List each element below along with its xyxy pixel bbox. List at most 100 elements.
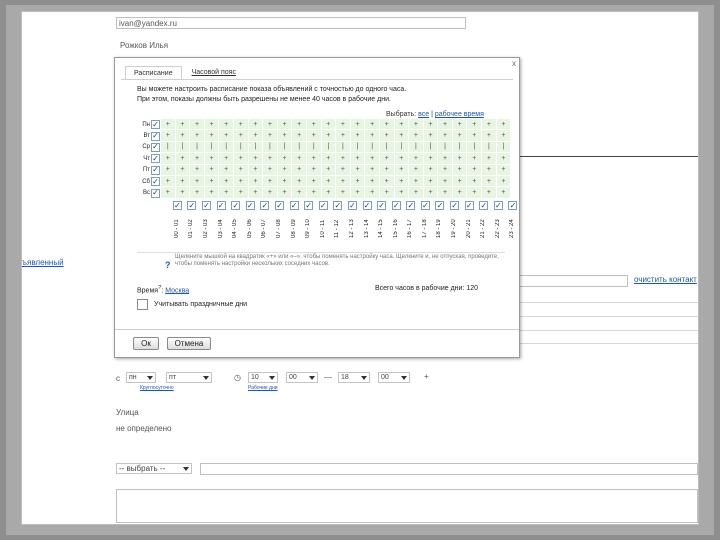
- hour-cell[interactable]: +: [306, 164, 322, 176]
- hour-cell[interactable]: +: [423, 175, 439, 188]
- hour-cell[interactable]: +: [496, 175, 512, 188]
- hour-checkbox[interactable]: ✓: [362, 201, 372, 210]
- hour-cell[interactable]: |: [263, 141, 278, 154]
- hour-cell[interactable]: +: [379, 187, 395, 199]
- hour-checkbox[interactable]: ✓: [172, 201, 182, 210]
- hour-cell[interactable]: +: [161, 130, 176, 142]
- hour-cell[interactable]: +: [306, 119, 322, 131]
- day-checkbox[interactable]: ✓: [151, 154, 160, 164]
- hour-checkbox[interactable]: ✓: [216, 201, 226, 210]
- hour-cell[interactable]: +: [423, 164, 439, 176]
- hour-cell[interactable]: +: [482, 175, 497, 188]
- hour-cell[interactable]: |: [190, 141, 205, 154]
- hour-cell[interactable]: +: [394, 130, 410, 142]
- hour-cell[interactable]: +: [336, 175, 351, 188]
- hour-cell[interactable]: +: [204, 119, 220, 131]
- hour-cell[interactable]: +: [219, 119, 234, 131]
- from-min-select[interactable]: 00: [286, 372, 318, 383]
- hour-cell[interactable]: +: [204, 164, 220, 176]
- hour-cell[interactable]: +: [292, 187, 307, 199]
- hour-cell[interactable]: +: [482, 164, 497, 176]
- hour-cell[interactable]: +: [204, 153, 220, 165]
- hour-cell[interactable]: +: [467, 119, 483, 131]
- to-min-select[interactable]: 00: [378, 372, 410, 383]
- around-the-clock-link[interactable]: Круглосуточно: [140, 385, 174, 391]
- hour-cell[interactable]: +: [409, 119, 424, 131]
- hour-cell[interactable]: +: [336, 130, 351, 142]
- contact-input[interactable]: [518, 275, 628, 287]
- hour-cell[interactable]: +: [409, 153, 424, 165]
- timezone-link[interactable]: Москва: [165, 287, 189, 294]
- ok-button[interactable]: Ок: [133, 337, 159, 350]
- hour-cell[interactable]: |: [204, 141, 220, 154]
- hour-cell[interactable]: +: [263, 175, 278, 188]
- day-checkbox[interactable]: ✓: [151, 131, 160, 141]
- hour-cell[interactable]: +: [306, 153, 322, 165]
- hour-cell[interactable]: +: [409, 187, 424, 199]
- hour-cell[interactable]: +: [496, 119, 512, 131]
- hour-cell[interactable]: +: [379, 153, 395, 165]
- hour-checkbox[interactable]: ✓: [493, 201, 503, 210]
- hour-cell[interactable]: +: [452, 175, 468, 188]
- hour-cell[interactable]: +: [482, 153, 497, 165]
- hour-cell[interactable]: +: [379, 130, 395, 142]
- choose-workhours-link[interactable]: рабочее время: [435, 111, 484, 118]
- hour-cell[interactable]: +: [365, 153, 380, 165]
- hour-cell[interactable]: +: [233, 130, 249, 142]
- hour-cell[interactable]: |: [277, 141, 293, 154]
- hour-cell[interactable]: +: [233, 175, 249, 188]
- hour-cell[interactable]: +: [263, 187, 278, 199]
- hour-cell[interactable]: +: [409, 164, 424, 176]
- hour-cell[interactable]: +: [365, 175, 380, 188]
- hour-cell[interactable]: +: [248, 153, 264, 165]
- hour-cell[interactable]: +: [394, 175, 410, 188]
- tab-timezone[interactable]: Часовой пояс: [183, 66, 244, 79]
- hour-cell[interactable]: +: [321, 119, 337, 131]
- hour-cell[interactable]: +: [321, 130, 337, 142]
- hour-cell[interactable]: +: [467, 130, 483, 142]
- hour-cell[interactable]: +: [467, 153, 483, 165]
- text-area[interactable]: [116, 489, 698, 523]
- hour-cell[interactable]: +: [161, 119, 176, 131]
- hour-checkbox[interactable]: ✓: [377, 201, 387, 210]
- hour-cell[interactable]: +: [467, 175, 483, 188]
- hour-cell[interactable]: +: [161, 187, 176, 199]
- hour-cell[interactable]: +: [321, 175, 337, 188]
- hour-cell[interactable]: +: [336, 187, 351, 199]
- hour-cell[interactable]: +: [175, 153, 191, 165]
- hour-cell[interactable]: +: [409, 175, 424, 188]
- hour-cell[interactable]: +: [248, 119, 264, 131]
- hour-cell[interactable]: +: [350, 175, 366, 188]
- hour-cell[interactable]: +: [496, 153, 512, 165]
- hour-cell[interactable]: +: [482, 119, 497, 131]
- hour-cell[interactable]: +: [306, 175, 322, 188]
- hour-cell[interactable]: +: [496, 164, 512, 176]
- hour-checkbox[interactable]: ✓: [245, 201, 255, 210]
- hour-cell[interactable]: +: [219, 153, 234, 165]
- workdays-link[interactable]: Рабочие дни: [248, 385, 278, 391]
- to-day-select[interactable]: пт: [166, 372, 212, 383]
- hour-cell[interactable]: +: [175, 175, 191, 188]
- hour-cell[interactable]: +: [350, 187, 366, 199]
- hour-cell[interactable]: |: [365, 141, 380, 154]
- hour-cell[interactable]: |: [161, 141, 176, 154]
- day-checkbox[interactable]: ✓: [151, 165, 160, 175]
- hour-cell[interactable]: +: [277, 187, 293, 199]
- hour-cell[interactable]: +: [219, 187, 234, 199]
- hour-cell[interactable]: +: [263, 130, 278, 142]
- hour-cell[interactable]: +: [204, 187, 220, 199]
- hour-cell[interactable]: +: [175, 164, 191, 176]
- hour-checkbox[interactable]: ✓: [333, 201, 343, 210]
- hour-checkbox[interactable]: ✓: [464, 201, 474, 210]
- hour-cell[interactable]: +: [321, 187, 337, 199]
- hour-cell[interactable]: +: [292, 130, 307, 142]
- hour-cell[interactable]: +: [394, 153, 410, 165]
- hour-checkbox[interactable]: ✓: [508, 201, 518, 210]
- hour-cell[interactable]: +: [175, 119, 191, 131]
- hour-cell[interactable]: |: [219, 141, 234, 154]
- hour-cell[interactable]: +: [394, 119, 410, 131]
- category-input[interactable]: [200, 463, 698, 475]
- hour-cell[interactable]: +: [423, 119, 439, 131]
- hour-cell[interactable]: +: [190, 153, 205, 165]
- timezone-help-icon[interactable]: ?: [158, 285, 161, 291]
